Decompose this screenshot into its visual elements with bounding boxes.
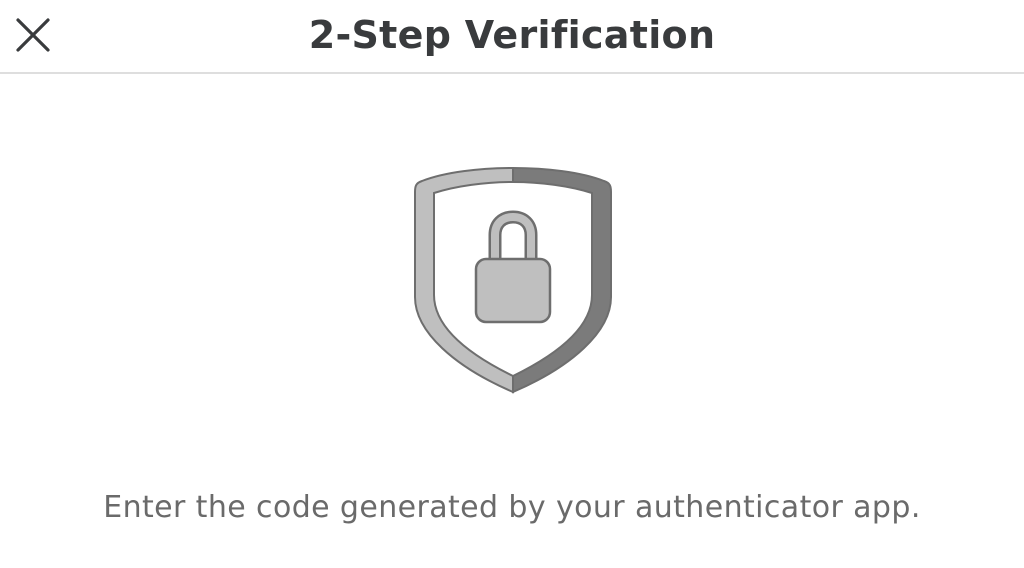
instruction-text: Enter the code generated by your authent… xyxy=(103,490,921,525)
header: 2-Step Verification xyxy=(0,0,1024,74)
page-title: 2-Step Verification xyxy=(308,13,716,57)
two-step-verification-screen: 2-Step Verification Enter the code gener… xyxy=(0,0,1024,568)
shield-lock-icon xyxy=(414,166,612,394)
